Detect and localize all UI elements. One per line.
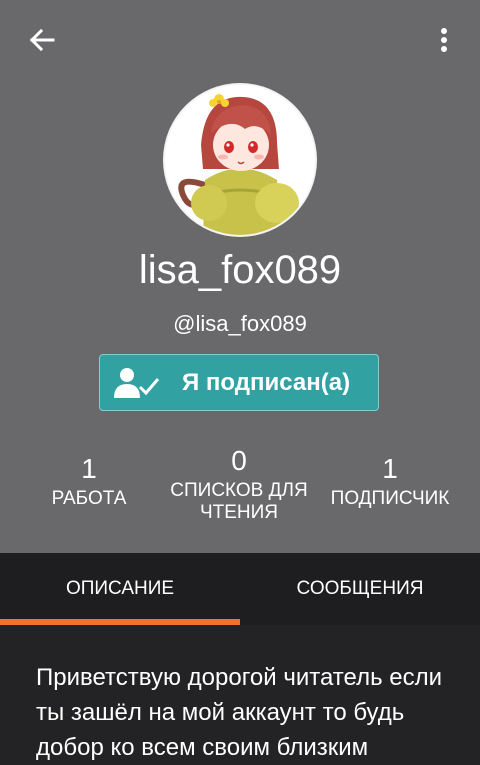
stat-followers-value: 1	[382, 453, 398, 484]
stat-reading-lists-value: 0	[231, 445, 247, 476]
back-arrow-icon[interactable]	[26, 24, 58, 56]
profile-description: Приветствую дорогой читатель если ты заш…	[36, 664, 442, 761]
stat-followers-label: ПОДПИСЧИК	[330, 488, 450, 509]
stat-works-value: 1	[81, 453, 97, 484]
profile-header: lisa_fox089 @lisa_fox089 Я подписан(а) 1…	[0, 0, 480, 553]
profile-tabs: ОПИСАНИЕ СООБЩЕНИЯ	[0, 553, 480, 625]
tab-messages[interactable]: СООБЩЕНИЯ	[240, 553, 480, 625]
user-check-icon	[114, 368, 160, 398]
tab-description[interactable]: ОПИСАНИЕ	[0, 553, 240, 625]
username: lisa_fox089	[138, 248, 342, 292]
stat-works-label: РАБОТА	[51, 488, 127, 509]
stat-works[interactable]: 1 РАБОТА	[14, 452, 164, 510]
stat-followers[interactable]: 1 ПОДПИСЧИК	[315, 452, 465, 510]
stat-reading-lists[interactable]: 0 СПИСКОВ ДЛЯ ЧТЕНИЯ	[164, 444, 314, 524]
following-button-label: Я подписан(а)	[182, 369, 351, 396]
following-button[interactable]: Я подписан(а)	[99, 354, 379, 411]
active-tab-indicator	[0, 619, 240, 625]
user-handle: @lisa_fox089	[173, 311, 307, 336]
avatar[interactable]	[165, 85, 315, 235]
avatar-illustration	[165, 85, 315, 235]
more-options-icon[interactable]	[432, 24, 456, 56]
stat-reading-lists-label: СПИСКОВ ДЛЯ ЧТЕНИЯ	[170, 480, 308, 523]
